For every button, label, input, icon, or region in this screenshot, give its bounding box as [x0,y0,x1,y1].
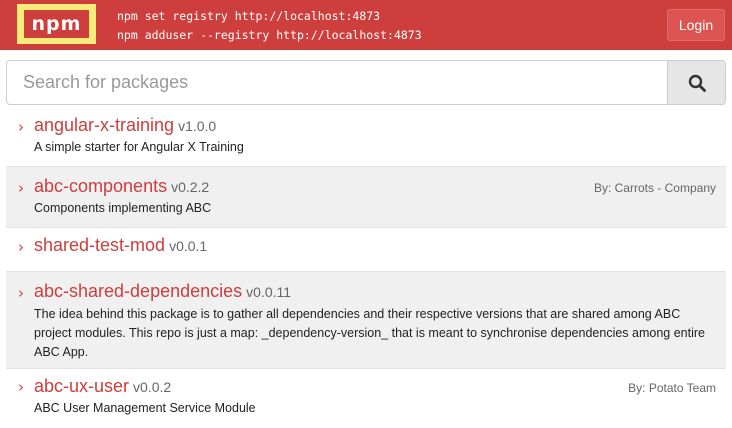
chevron-right-icon: › [18,179,24,197]
adduser-command: npm adduser --registry http://localhost:… [117,28,422,42]
login-button[interactable]: Login [667,9,725,41]
search-input[interactable] [7,61,667,104]
package-item: › abc-components v0.2.2 By: Carrots - Com… [6,167,726,228]
package-version: v1.0.0 [178,118,217,134]
search-button[interactable] [667,61,725,104]
package-name-link[interactable]: abc-components [34,176,167,196]
package-name-link[interactable]: abc-ux-user [34,376,129,396]
package-item: › abc-shared-dependencies v0.0.11 The ide… [6,272,726,369]
npm-logo[interactable]: npm [17,4,96,44]
search-icon [688,74,706,92]
package-item: › abc-ux-user v0.0.2 By: Potato Team ABC … [6,369,726,428]
chevron-right-icon: › [18,284,24,302]
set-registry-command: npm set registry http://localhost:4873 [117,9,381,23]
package-version: v0.2.2 [171,179,210,195]
chevron-right-icon: › [18,378,24,396]
top-header: npm npm set registry http://localhost:48… [0,0,732,50]
package-name-link[interactable]: angular-x-training [34,115,174,135]
chevron-right-icon: › [18,118,24,136]
registry-instructions: npm set registry http://localhost:4873 n… [117,7,422,45]
package-description: ABC User Management Service Module [34,401,256,415]
package-version: v0.0.1 [169,238,208,254]
package-item: › shared-test-mod v0.0.1 [6,228,726,272]
package-author: By: Potato Team [628,381,716,395]
npm-logo-text: npm [24,10,89,38]
package-description: Components implementing ABC [34,201,212,215]
package-version: v0.0.2 [133,379,172,395]
package-description: A simple starter for Angular X Training [34,140,244,154]
package-version: v0.0.11 [246,284,292,300]
chevron-right-icon: › [18,238,24,256]
package-author: By: Carrots - Company [593,181,716,195]
package-list: › angular-x-training v1.0.0 A simple star… [6,115,726,428]
package-item: › angular-x-training v1.0.0 A simple star… [6,115,726,167]
package-name-link[interactable]: abc-shared-dependencies [34,281,242,301]
package-name-link[interactable]: shared-test-mod [34,235,165,255]
package-description: The idea behind this package is to gathe… [34,307,705,359]
search-bar [6,60,726,105]
